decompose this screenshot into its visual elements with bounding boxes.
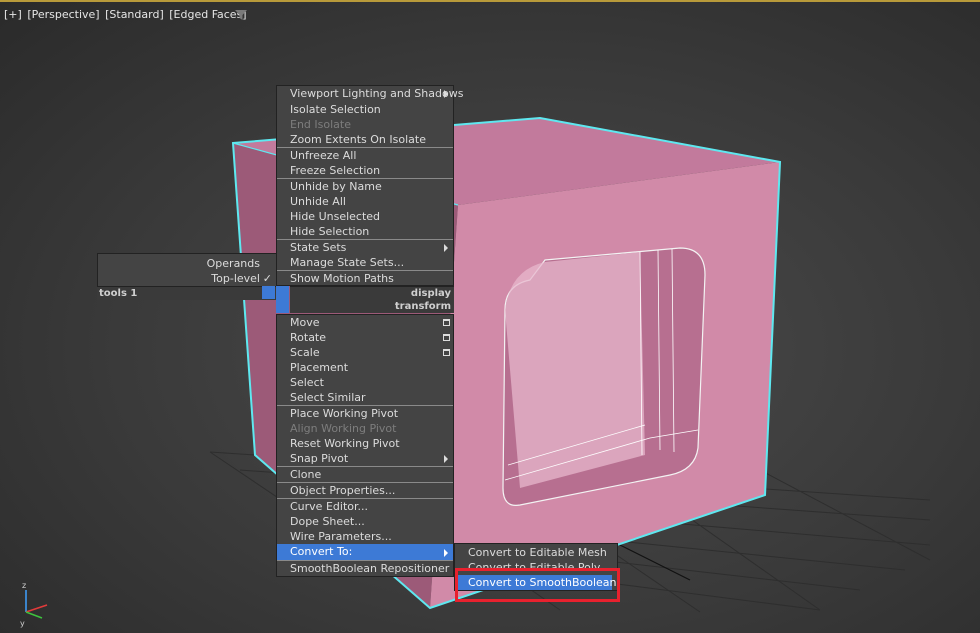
submenu-arrow-icon xyxy=(444,244,448,252)
menu-item-scale[interactable]: Scale xyxy=(277,345,453,360)
menu-item-clone[interactable]: Clone xyxy=(277,467,453,482)
menu-item-curve-editor[interactable]: Curve Editor... xyxy=(277,499,453,514)
quad-color-marker-right[interactable] xyxy=(276,286,289,313)
menu-item-convert-to[interactable]: Convert To: xyxy=(277,544,453,560)
menu-item-unhide-by-name[interactable]: Unhide by Name xyxy=(277,179,453,194)
menu-item-top-level[interactable]: Top-level xyxy=(98,271,276,286)
menu-item-end-isolate: End Isolate xyxy=(290,118,351,131)
quad-menu-display: Viewport Lighting and Shadows Isolate Se… xyxy=(276,85,463,286)
menu-item-rotate[interactable]: Rotate xyxy=(277,330,453,345)
menu-item-state-sets[interactable]: State Sets xyxy=(277,240,453,255)
menu-item-placement[interactable]: Placement xyxy=(277,360,453,375)
callout-highlight-box xyxy=(455,568,620,602)
menu-item-hide-unselected[interactable]: Hide Unselected xyxy=(277,209,453,224)
viewport-scene[interactable]: z y xyxy=(0,0,980,633)
submenu-arrow-icon xyxy=(444,90,448,98)
submenu-arrow-icon xyxy=(444,455,448,463)
settings-box-icon[interactable] xyxy=(443,334,450,341)
quad-menu-transform: Move Rotate Scale Placement Select Selec… xyxy=(276,314,454,577)
quad-label-tools1: tools 1 xyxy=(97,286,277,300)
quad-label-transform: transform xyxy=(290,300,454,313)
settings-box-icon[interactable] xyxy=(443,349,450,356)
menu-item-hide-selection[interactable]: Hide Selection xyxy=(277,224,453,239)
menu-item-reset-working-pivot[interactable]: Reset Working Pivot xyxy=(277,436,453,451)
menu-item-show-motion-paths[interactable]: Show Motion Paths xyxy=(277,271,453,286)
submenu-arrow-icon xyxy=(444,549,448,557)
menu-item-snap-pivot[interactable]: Snap Pivot xyxy=(277,451,453,466)
menu-item-align-working-pivot: Align Working Pivot xyxy=(290,422,397,435)
menu-item-wire-parameters[interactable]: Wire Parameters... xyxy=(277,529,453,544)
menu-item-zoom-extents-isolate[interactable]: Zoom Extents On Isolate xyxy=(277,132,453,147)
quad-label-display: display xyxy=(290,286,454,300)
quad-color-marker-left[interactable] xyxy=(262,286,275,299)
menu-item-unhide-all[interactable]: Unhide All xyxy=(277,194,453,209)
menu-item-object-properties[interactable]: Object Properties... xyxy=(277,483,453,498)
menu-item-place-working-pivot[interactable]: Place Working Pivot xyxy=(277,406,453,421)
menu-item-freeze-selection[interactable]: Freeze Selection xyxy=(277,163,453,178)
axis-gizmo: z y xyxy=(20,581,48,628)
menu-item-smoothboolean-repositioner[interactable]: SmoothBoolean Repositioner xyxy=(277,561,453,576)
menu-item-manage-state-sets[interactable]: Manage State Sets... xyxy=(277,255,453,270)
menu-item-convert-editable-mesh[interactable]: Convert to Editable Mesh xyxy=(455,545,617,560)
menu-item-dope-sheet[interactable]: Dope Sheet... xyxy=(277,514,453,529)
menu-item-unfreeze-all[interactable]: Unfreeze All xyxy=(277,148,453,163)
svg-text:z: z xyxy=(22,581,26,590)
menu-item-convert-editable-poly[interactable]: Convert to Editable Poly xyxy=(455,560,617,568)
menu-item-viewport-lighting[interactable]: Viewport Lighting and Shadows xyxy=(277,86,463,101)
menu-item-operands[interactable]: Operands xyxy=(98,256,276,271)
quad-menu-tools1: Operands Top-level ✓ xyxy=(97,253,277,287)
svg-text:y: y xyxy=(20,619,25,628)
box-hole-inner-wall xyxy=(505,252,645,488)
menu-item-move[interactable]: Move xyxy=(277,315,453,330)
menu-item-select[interactable]: Select xyxy=(277,375,453,390)
checkmark-icon: ✓ xyxy=(262,272,272,285)
menu-item-isolate-selection[interactable]: Isolate Selection xyxy=(277,102,453,117)
menu-item-select-similar[interactable]: Select Similar xyxy=(277,390,453,405)
settings-box-icon[interactable] xyxy=(443,319,450,326)
grid-axis-line xyxy=(609,539,691,581)
